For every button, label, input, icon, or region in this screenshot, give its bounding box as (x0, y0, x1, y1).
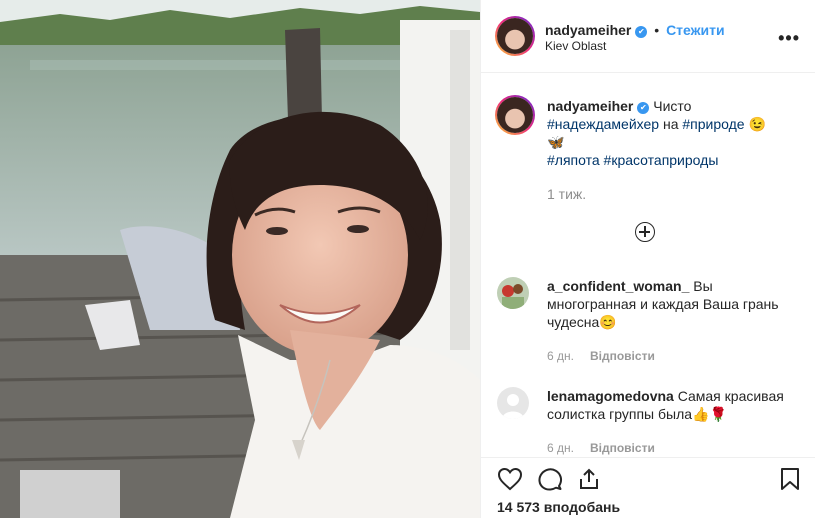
hashtag-link[interactable]: #ляпота (547, 152, 600, 168)
location-link[interactable]: Kiev Oblast (545, 39, 606, 53)
follow-button[interactable]: Стежити (666, 22, 725, 38)
reply-button[interactable]: Відповісти (590, 349, 655, 363)
comment-time: 6 дн. (547, 441, 574, 455)
comment-item: lenamagomedovna Самая красивая солистка … (497, 387, 797, 457)
more-options-icon[interactable]: ••• (778, 28, 800, 49)
post-caption: nadyameiher ✔ Чисто #надеждамейхер на #пр… (547, 97, 797, 169)
comment-meta: 6 дн. Відповісти (547, 349, 655, 363)
separator-dot: • (654, 22, 660, 38)
comment-body: lenamagomedovna Самая красивая солистка … (547, 387, 797, 423)
hashtag-link[interactable]: #красотаприроды (604, 152, 719, 168)
caption-username[interactable]: nadyameiher (547, 98, 633, 114)
comment-username[interactable]: a_confident_woman_ (547, 278, 689, 294)
verified-badge-icon: ✔ (635, 26, 648, 38)
commenter-avatar[interactable] (497, 277, 529, 309)
bookmark-icon[interactable] (779, 467, 801, 491)
post-time[interactable]: 1 тиж. (547, 186, 586, 202)
default-avatar-icon (502, 394, 524, 419)
author-line: nadyameiher ✔ • Стежити (545, 22, 725, 38)
comment-time: 6 дн. (547, 349, 574, 363)
commenter-photo (497, 277, 529, 309)
post-header: nadyameiher ✔ • Стежити Kiev Oblast ••• (481, 0, 815, 73)
comment-icon[interactable] (537, 467, 563, 491)
comment-username[interactable]: lenamagomedovna (547, 388, 674, 404)
comment-meta: 6 дн. Відповісти (547, 441, 655, 455)
author-username[interactable]: nadyameiher (545, 22, 631, 38)
hashtag-link[interactable]: #природе (682, 116, 744, 132)
butterfly-emoji: 🦋 (547, 134, 565, 150)
comment-item: a_confident_woman_ Вы многогранная и каж… (497, 277, 797, 367)
selfie-image (0, 0, 480, 518)
load-more-comments-button[interactable] (635, 222, 655, 242)
caption-avatar[interactable] (495, 95, 535, 135)
wink-emoji: 😉 (748, 116, 766, 132)
caption-text: Чисто (653, 98, 692, 114)
heart-icon[interactable] (497, 467, 523, 491)
post-panel: nadyameiher ✔ • Стежити Kiev Oblast ••• n… (480, 0, 815, 519)
author-avatar[interactable] (495, 16, 535, 56)
likes-count[interactable]: 14 573 вподобань (497, 499, 620, 515)
hashtag-link[interactable]: #надеждамейхер (547, 116, 659, 132)
comment-body: a_confident_woman_ Вы многогранная и каж… (547, 277, 797, 331)
caption-word: на (662, 116, 679, 132)
share-icon[interactable] (577, 467, 601, 491)
verified-badge-icon: ✔ (637, 102, 650, 114)
post-actions: 14 573 вподобань (481, 457, 815, 519)
commenter-avatar[interactable] (497, 387, 529, 419)
reply-button[interactable]: Відповісти (590, 441, 655, 455)
post-photo[interactable] (0, 0, 480, 518)
